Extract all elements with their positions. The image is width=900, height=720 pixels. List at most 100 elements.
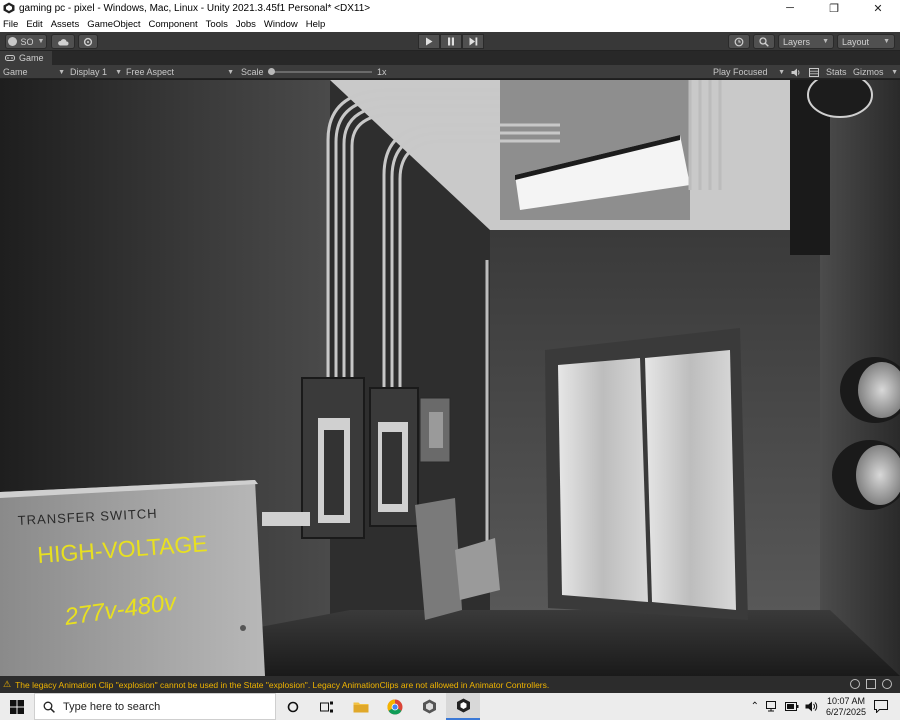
game-view-bar: Game ▼ Display 1 ▼ Free Aspect ▼ Scale 1… <box>0 65 900 79</box>
layout-dropdown[interactable]: Layout ▼ <box>837 34 895 49</box>
scale-value: 1x <box>377 67 387 77</box>
title-bar: gaming pc - pixel - Windows, Mac, Linux … <box>0 0 900 16</box>
menu-tools[interactable]: Tools <box>206 19 228 30</box>
view-mode-label: Game <box>3 67 28 77</box>
stats-grid-button[interactable] <box>809 65 819 79</box>
chevron-up-icon[interactable]: ⌃ <box>751 701 759 712</box>
search-button[interactable] <box>753 34 775 49</box>
play-mode-dropdown[interactable]: Play Focused ▼ <box>713 65 785 79</box>
scale-slider-track <box>268 71 372 73</box>
game-viewport[interactable]: TRANSFER SWITCH HIGH-VOLTAGE 277v-480v <box>0 80 900 676</box>
chevron-down-icon: ▼ <box>778 68 785 76</box>
progress-icon[interactable] <box>882 679 892 689</box>
debug-icon[interactable] <box>866 679 876 689</box>
cloud-button[interactable] <box>51 34 75 49</box>
pause-button[interactable] <box>440 34 462 49</box>
tab-game[interactable]: Game <box>0 51 52 65</box>
task-view-icon-button[interactable] <box>310 693 344 720</box>
menu-window[interactable]: Window <box>264 19 298 30</box>
unity-logo-icon <box>3 2 15 14</box>
unity-editor-icon <box>456 698 470 713</box>
menu-component[interactable]: Component <box>149 19 198 30</box>
play-mode-label: Play Focused <box>713 67 768 77</box>
play-icon <box>426 37 433 46</box>
windows-logo-icon <box>10 699 24 714</box>
scale-label: Scale <box>241 67 264 77</box>
console-status-bar[interactable]: ⚠ The legacy Animation Clip "explosion" … <box>0 676 900 693</box>
notifications-icon[interactable] <box>874 700 888 713</box>
notification-icon[interactable] <box>850 679 860 689</box>
restore-button[interactable]: ❐ <box>812 0 856 16</box>
system-tray: ⌃ 10:07 AM 6/27/2025 <box>751 693 900 720</box>
aspect-dropdown[interactable]: Free Aspect ▼ <box>126 65 234 79</box>
menu-gameobject[interactable]: GameObject <box>87 19 140 30</box>
unity-hub-button[interactable] <box>412 693 446 720</box>
collab-button[interactable] <box>78 34 98 49</box>
stats-button[interactable]: Stats <box>826 65 847 79</box>
account-label: SO <box>20 36 34 47</box>
battery-icon[interactable] <box>784 702 799 711</box>
layers-label: Layers <box>783 36 811 47</box>
file-explorer-button[interactable] <box>344 693 378 720</box>
chevron-down-icon: ▼ <box>891 68 898 76</box>
game-controller-icon <box>5 55 15 61</box>
close-button[interactable]: ✕ <box>856 0 900 16</box>
unity-editor-button[interactable] <box>446 693 480 720</box>
chrome-icon <box>387 698 403 715</box>
history-icon <box>734 37 744 46</box>
taskbar-search-box[interactable]: Type here to search <box>34 693 276 720</box>
aspect-label: Free Aspect <box>126 67 175 77</box>
account-dropdown[interactable]: SO ▼ <box>5 34 47 49</box>
scale-slider[interactable] <box>268 65 372 79</box>
cloud-icon <box>58 38 69 45</box>
minimize-button[interactable]: ─ <box>768 0 812 16</box>
layout-label: Layout <box>842 36 870 47</box>
menu-bar: File Edit Assets GameObject Component To… <box>0 16 900 32</box>
grid-icon <box>809 67 819 77</box>
pause-icon <box>448 37 454 46</box>
step-button[interactable] <box>462 34 484 49</box>
window-title: gaming pc - pixel - Windows, Mac, Linux … <box>19 2 371 14</box>
search-icon <box>759 36 769 47</box>
gizmos-dropdown[interactable]: Gizmos ▼ <box>853 65 898 79</box>
scene-render: TRANSFER SWITCH HIGH-VOLTAGE 277v-480v <box>0 80 900 676</box>
warning-icon: ⚠ <box>3 679 12 689</box>
layers-dropdown[interactable]: Layers ▼ <box>778 34 834 49</box>
tab-bar: Game <box>0 51 900 65</box>
play-button[interactable] <box>418 34 440 49</box>
clock-time: 10:07 AM <box>826 695 865 706</box>
menu-file[interactable]: File <box>3 19 18 30</box>
chrome-button[interactable] <box>378 693 412 720</box>
start-button[interactable] <box>0 693 34 720</box>
history-button[interactable] <box>728 34 750 49</box>
taskbar: Type here to search ⌃ 10:07 AM 6/27/2025 <box>0 693 900 720</box>
volume-icon[interactable] <box>805 701 818 712</box>
console-message: The legacy Animation Clip "explosion" ca… <box>15 679 550 690</box>
network-icon[interactable] <box>765 701 779 712</box>
clock-date: 6/27/2025 <box>825 706 866 717</box>
clock[interactable]: 10:07 AM 6/27/2025 <box>826 696 866 718</box>
scale-slider-thumb[interactable] <box>268 68 275 75</box>
menu-edit[interactable]: Edit <box>26 19 42 30</box>
unity-hub-icon <box>422 699 436 714</box>
chevron-down-icon: ▼ <box>883 38 890 45</box>
menu-jobs[interactable]: Jobs <box>236 19 256 30</box>
display-label: Display 1 <box>70 67 108 77</box>
step-icon <box>469 37 477 46</box>
menu-help[interactable]: Help <box>306 19 326 30</box>
view-mode-dropdown[interactable]: Game ▼ <box>3 65 65 79</box>
search-icon <box>43 701 55 713</box>
search-placeholder: Type here to search <box>63 700 161 713</box>
chevron-down-icon: ▼ <box>58 68 65 76</box>
display-dropdown[interactable]: Display 1 ▼ <box>70 65 122 79</box>
task-view-icon <box>320 701 333 712</box>
account-icon <box>7 37 17 46</box>
menu-assets[interactable]: Assets <box>51 19 80 30</box>
editor-toolbar: SO ▼ Layers ▼ Layout ▼ <box>0 32 900 51</box>
chevron-down-icon: ▼ <box>37 38 45 45</box>
chevron-down-icon: ▼ <box>822 38 829 45</box>
gizmos-label: Gizmos <box>853 67 884 77</box>
task-view-button[interactable] <box>276 693 310 720</box>
settings-gear-icon <box>83 37 93 46</box>
mute-audio-button[interactable] <box>791 65 801 79</box>
